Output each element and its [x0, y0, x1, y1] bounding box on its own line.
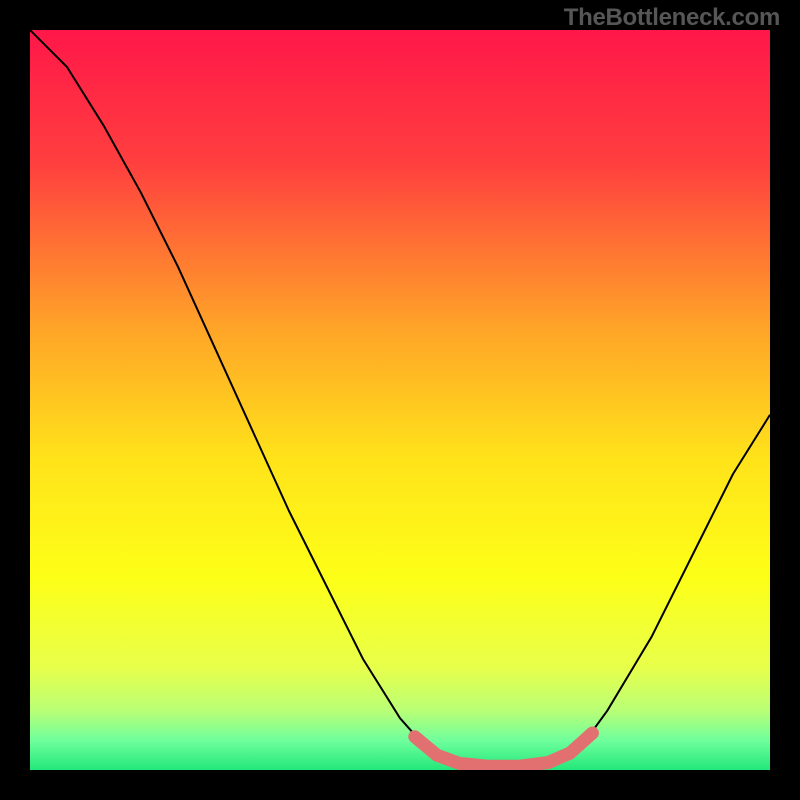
chart-frame: TheBottleneck.com	[0, 0, 800, 800]
plot-area	[30, 30, 770, 770]
bottleneck-chart	[30, 30, 770, 770]
watermark-text: TheBottleneck.com	[564, 4, 780, 32]
gradient-background	[30, 30, 770, 770]
